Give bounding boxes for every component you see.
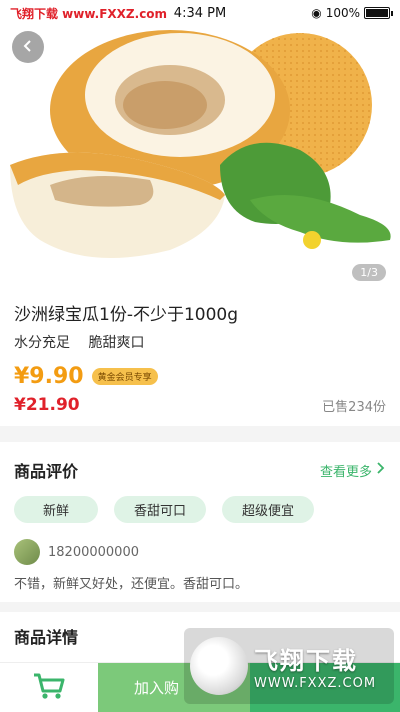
chevron-right-icon (376, 462, 386, 478)
status-bar: 飞翔下载 www.FXXZ.com 4:34 PM ◉ 100% (0, 0, 400, 26)
rotation-lock-icon: ◉ (311, 6, 322, 20)
review-section: 商品评价 查看更多 新鲜 香甜可口 超级便宜 18200000000 不错，新鲜… (0, 442, 400, 602)
melon-image (0, 0, 400, 290)
watermark-overlay: 飞翔下载 WWW.FXXZ.COM (184, 628, 394, 704)
product-image[interactable]: 1/3 (0, 0, 400, 290)
review-tags: 新鲜 香甜可口 超级便宜 (14, 496, 386, 523)
watermark-logo-icon (190, 637, 248, 695)
product-tag: 水分充足 (14, 335, 70, 351)
back-button[interactable] (12, 31, 44, 63)
reviewer: 18200000000 (14, 539, 386, 565)
product-tag: 脆甜爽口 (88, 335, 145, 351)
detail-title: 商品详情 (14, 628, 79, 647)
member-price-row: ¥9.90 黄金会员专享 (14, 364, 386, 389)
review-title: 商品评价 (14, 462, 79, 481)
member-price: ¥9.90 (14, 364, 84, 389)
reviewer-name: 18200000000 (48, 544, 139, 560)
review-header: 商品评价 查看更多 (14, 458, 386, 482)
image-counter: 1/3 (352, 264, 386, 281)
watermark-text: 飞翔下载 www.FXXZ.com (10, 6, 168, 21)
review-tag-fresh[interactable]: 新鲜 (14, 496, 98, 523)
avatar (14, 539, 40, 565)
see-more-link[interactable]: 查看更多 (320, 461, 386, 480)
review-tag-sweet[interactable]: 香甜可口 (114, 496, 206, 523)
status-right: ◉ 100% (311, 6, 393, 20)
watermark-url: WWW.FXXZ.COM (254, 676, 377, 691)
cart-button[interactable] (0, 663, 98, 712)
watermark-text-group: 飞翔下载 WWW.FXXZ.COM (254, 641, 376, 691)
product-tags: 水分充足 脆甜爽口 (14, 332, 386, 352)
price-row: ¥21.90 已售234份 (14, 395, 386, 415)
watermark-title: 飞翔下载 (254, 647, 358, 675)
see-more-label: 查看更多 (319, 464, 372, 480)
review-tag-cheap[interactable]: 超级便宜 (222, 496, 314, 523)
member-badge: 黄金会员专享 (91, 368, 158, 385)
sold-count: 已售234份 (322, 399, 386, 415)
clock: 4:34 PM (173, 5, 227, 21)
product-info: 沙洲绿宝瓜1份-不少于1000g 水分充足 脆甜爽口 ¥9.90 黄金会员专享 … (0, 290, 400, 426)
review-text: 不错，新鲜又好处，还便宜。香甜可口。 (14, 577, 249, 592)
product-title: 沙洲绿宝瓜1份-不少于1000g (14, 305, 239, 325)
chevron-left-icon (21, 38, 35, 57)
battery-icon (364, 7, 393, 19)
cart-icon (32, 671, 66, 705)
normal-price: ¥21.90 (14, 395, 80, 415)
battery-percent: 100% (325, 6, 360, 20)
